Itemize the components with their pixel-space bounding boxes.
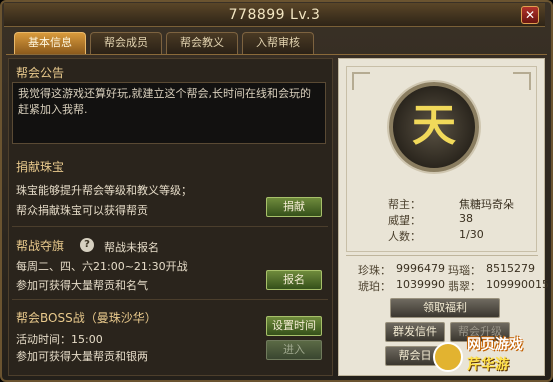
- amber-label: 琥珀：: [358, 280, 391, 293]
- donate-title: 捐献珠宝: [16, 160, 65, 174]
- notice-title: 帮会公告: [16, 66, 65, 80]
- guild-emblem-char: 天: [412, 100, 456, 151]
- amber-value: 1039990: [396, 278, 445, 291]
- divider-2: [12, 299, 328, 300]
- battle-signup-button[interactable]: 报名: [266, 270, 322, 290]
- jade-label: 翡翠：: [448, 280, 481, 293]
- agate-value: 8515279: [486, 262, 535, 275]
- leader-value: 焦糖玛奇朵: [459, 198, 514, 211]
- boss-time: 活动时间：15:00: [16, 333, 103, 346]
- resource-divider: [346, 255, 538, 256]
- watermark-bottom: 芹华游: [467, 357, 509, 373]
- tab-basic-info[interactable]: 基本信息: [14, 32, 86, 54]
- tab-members[interactable]: 帮会成员: [90, 32, 162, 54]
- set-time-button[interactable]: 设置时间: [266, 316, 322, 336]
- claim-welfare-button[interactable]: 领取福利: [390, 298, 500, 318]
- donate-button[interactable]: 捐献: [266, 197, 322, 217]
- battle-schedule: 每周二、四、六21:00~21:30开战: [16, 260, 188, 273]
- jade-value: 109990015: [486, 278, 549, 291]
- battle-title: 帮战夺旗: [16, 239, 65, 253]
- prestige-label: 威望：: [388, 214, 421, 227]
- agate-label: 玛瑙：: [448, 264, 481, 277]
- donate-line-2: 帮众捐献珠宝可以获得帮贡: [16, 204, 148, 217]
- close-icon[interactable]: ✕: [521, 6, 539, 24]
- watermark-top: 网页游戏: [467, 337, 523, 353]
- pearl-value: 9996479: [396, 262, 445, 275]
- corner-ornament: [352, 72, 370, 90]
- corner-ornament: [513, 72, 531, 90]
- notice-text-area[interactable]: 我觉得这游戏还算好玩,就建立这个帮会,长时间在线和会玩的赶紧加入我帮.: [12, 82, 326, 144]
- watermark-logo: [433, 342, 463, 372]
- tab-join-review[interactable]: 入帮审核: [242, 32, 314, 54]
- boss-title: 帮会BOSS战（曼珠沙华）: [16, 311, 157, 325]
- tab-divider: [6, 54, 547, 55]
- battle-status: 帮战未报名: [104, 241, 159, 254]
- help-icon[interactable]: ?: [80, 238, 94, 252]
- enter-button[interactable]: 进入: [266, 340, 322, 360]
- tab-bar: 基本信息 帮会成员 帮会教义 入帮审核: [14, 32, 314, 54]
- leader-label: 帮主：: [388, 198, 421, 211]
- title-bar[interactable]: 778899 Lv.3 ✕: [4, 3, 545, 27]
- members-value: 1/30: [459, 228, 484, 241]
- members-label: 人数：: [388, 230, 421, 243]
- divider-1: [12, 226, 328, 227]
- site-watermark: 网页游戏 芹华游: [433, 330, 551, 380]
- battle-reward: 参加可获得大量帮贡和名气: [16, 279, 148, 292]
- tab-doctrine[interactable]: 帮会教义: [166, 32, 238, 54]
- donate-line-1: 珠宝能够提升帮会等级和教义等级；: [16, 184, 192, 197]
- pearl-label: 珍珠：: [358, 264, 391, 277]
- window-title: 778899 Lv.3: [228, 7, 321, 23]
- boss-reward: 参加可获得大量帮贡和银两: [16, 350, 148, 363]
- prestige-value: 38: [459, 212, 473, 225]
